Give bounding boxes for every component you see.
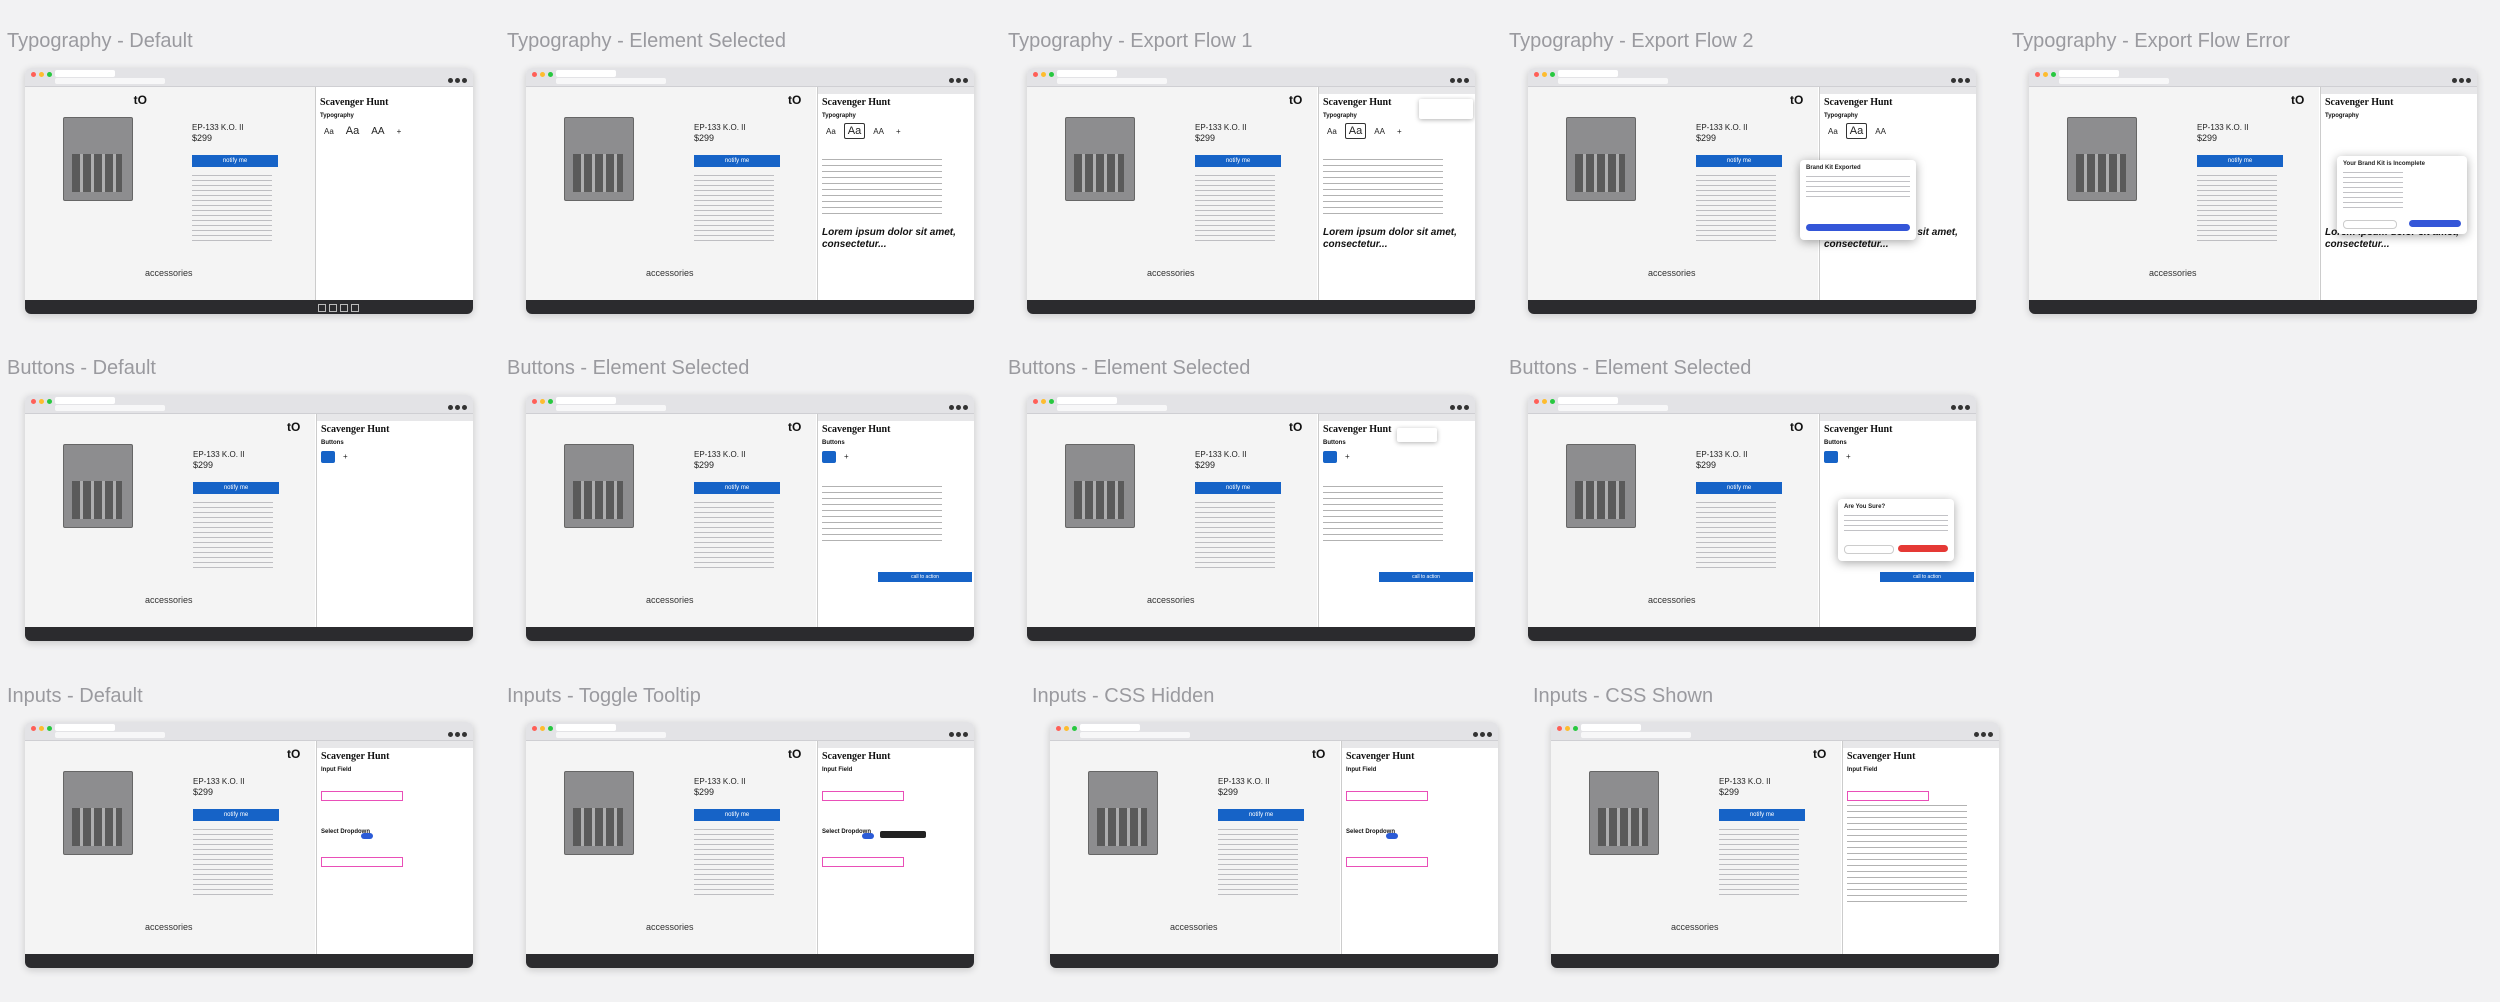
delete-button[interactable] bbox=[1898, 545, 1948, 552]
toggle-tooltip bbox=[880, 831, 926, 838]
frame-title-buttons-selected-1: Buttons - Element Selected bbox=[507, 357, 750, 379]
screenshot-buttons-selected-2: tO EP-133 K.O. II $299 notify me accessori… bbox=[1027, 395, 1475, 641]
frame-title-inputs-css-shown: Inputs - CSS Shown bbox=[1533, 685, 1714, 707]
frame-title-typography-selected: Typography - Element Selected bbox=[507, 30, 787, 52]
screenshot-typography-default: tO EP-133 K.O. II $299 notify me accesso… bbox=[25, 68, 473, 314]
add-button[interactable]: + bbox=[393, 125, 406, 138]
type-size-small[interactable]: Aa bbox=[320, 125, 338, 138]
bottom-toolbar bbox=[25, 300, 473, 314]
type-size-caps[interactable]: AA bbox=[367, 124, 388, 139]
button-style-primary[interactable] bbox=[321, 450, 335, 463]
brand-kit-incomplete-modal: Your Brand Kit is Incomplete bbox=[2337, 156, 2467, 234]
type-size-selected[interactable]: Aa bbox=[843, 123, 866, 139]
frame-title-buttons-default: Buttons - Default bbox=[7, 357, 156, 379]
select-dropdown-toggle[interactable] bbox=[361, 833, 373, 839]
screenshot-inputs-tooltip: tO EP-133 K.O. II $299 notify me accessori… bbox=[526, 722, 974, 968]
product-page: tO EP-133 K.O. II $299 notify me accesso… bbox=[25, 87, 315, 300]
type-selector: Aa Aa AA + bbox=[320, 123, 405, 139]
export-anyway-button[interactable] bbox=[2409, 220, 2461, 227]
modal-ok-button[interactable] bbox=[1806, 224, 1910, 231]
notify-button[interactable]: notify me bbox=[192, 155, 278, 167]
return-button[interactable] bbox=[2343, 220, 2397, 229]
section-typography: Typography bbox=[320, 113, 354, 119]
screenshot-inputs-default: tO EP-133 K.O. II $299 notify me accessori… bbox=[25, 722, 473, 968]
product-title: EP-133 K.O. II bbox=[192, 123, 244, 132]
screenshot-buttons-default: tO EP-133 K.O. II $299 notify me accessori… bbox=[25, 395, 473, 641]
panel-title: Scavenger Hunt bbox=[320, 97, 389, 108]
section-buttons: Buttons bbox=[321, 440, 344, 446]
input-field-preview[interactable] bbox=[321, 791, 403, 801]
screenshot-typography-export-1: tO EP-133 K.O. II $299 notify me accessori… bbox=[1027, 68, 1475, 314]
type-size-medium[interactable]: Aa bbox=[342, 123, 363, 139]
accessories-link[interactable]: accessories bbox=[145, 268, 193, 278]
frame-title-typography-default: Typography - Default bbox=[7, 30, 193, 52]
screenshot-typography-export-2: tO EP-133 K.O. II $299 notify me accessori… bbox=[1528, 68, 1976, 314]
brand-logo: tO bbox=[133, 93, 147, 107]
product-price: $299 bbox=[192, 133, 213, 143]
frame-title-typography-export-1: Typography - Export Flow 1 bbox=[1008, 30, 1253, 52]
screenshot-inputs-css-shown: tO EP-133 K.O. II $299 notify me accessori… bbox=[1551, 722, 1999, 968]
cta-preview-button[interactable]: call to action bbox=[878, 572, 972, 582]
section-input-field: Input Field bbox=[321, 767, 352, 773]
screenshot-buttons-selected-1: tO EP-133 K.O. II $299 notify me accessori… bbox=[526, 395, 974, 641]
brand-kit-exported-modal: Brand Kit Exported bbox=[1800, 160, 1916, 240]
extension-panel: Scavenger Hunt Typography Aa Aa AA + bbox=[315, 87, 473, 300]
notify-button[interactable]: notify me bbox=[694, 155, 780, 167]
frame-title-inputs-tooltip: Inputs - Toggle Tooltip bbox=[507, 685, 701, 707]
frame-title-typography-export-error: Typography - Export Flow Error bbox=[2012, 30, 2290, 52]
return-button[interactable] bbox=[1844, 545, 1894, 554]
browser-chrome bbox=[25, 68, 473, 87]
lorem-preview: Lorem ipsum dolor sit amet, consectetur.… bbox=[822, 227, 956, 250]
frame-title-buttons-selected-3: Buttons - Element Selected bbox=[1509, 357, 1752, 379]
screenshot-buttons-selected-3: tO EP-133 K.O. II $299 notify me accessori… bbox=[1528, 395, 1976, 641]
frame-title-buttons-selected-2: Buttons - Element Selected bbox=[1008, 357, 1251, 379]
select-dropdown-preview[interactable] bbox=[321, 857, 403, 867]
are-you-sure-modal: Are You Sure? bbox=[1838, 499, 1954, 561]
screenshot-typography-export-error: tO EP-133 K.O. II $299 notify me accessori… bbox=[2029, 68, 2477, 314]
product-image bbox=[63, 117, 133, 201]
screenshot-inputs-css-hidden: tO EP-133 K.O. II $299 notify me accessori… bbox=[1050, 722, 1498, 968]
button-action-menu[interactable] bbox=[1397, 428, 1437, 442]
modal-title: Your Brand Kit is Incomplete bbox=[2343, 161, 2425, 167]
modal-title: Are You Sure? bbox=[1844, 504, 1886, 510]
screenshot-typography-selected: tO EP-133 K.O. II $299 notify me accessor… bbox=[526, 68, 974, 314]
modal-title: Brand Kit Exported bbox=[1806, 165, 1861, 171]
export-menu[interactable] bbox=[1419, 99, 1473, 119]
frame-title-inputs-css-hidden: Inputs - CSS Hidden bbox=[1032, 685, 1215, 707]
extension-panel: Scavenger Hunt Typography Aa Aa AA + Lorem i… bbox=[817, 87, 974, 300]
frame-title-inputs-default: Inputs - Default bbox=[7, 685, 143, 707]
frame-title-typography-export-2: Typography - Export Flow 2 bbox=[1509, 30, 1754, 52]
